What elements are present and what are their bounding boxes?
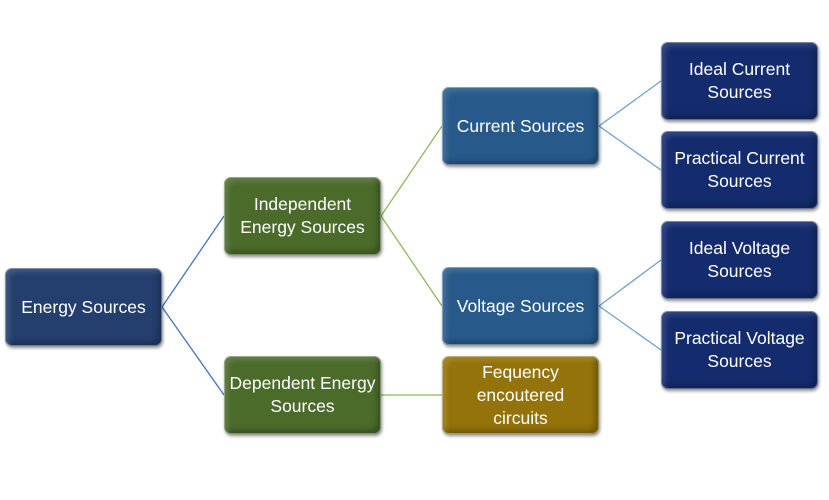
node-current-sources: Current Sources xyxy=(442,87,599,165)
connector-voltage-ideal_voltage xyxy=(598,259,662,307)
connector-independent-current xyxy=(380,125,443,217)
node-frequency-circuits: Fequency encoutered circuits xyxy=(442,356,599,434)
node-practical-current-sources: Practical Current Sources xyxy=(661,131,818,209)
node-ideal-current-sources: Ideal Current Sources xyxy=(661,42,818,120)
node-independent-energy-sources: Independent Energy Sources xyxy=(224,177,381,255)
node-ideal-voltage-sources: Ideal Voltage Sources xyxy=(661,221,818,299)
node-practical-voltage-sources: Practical Voltage Sources xyxy=(661,311,818,389)
connector-current-ideal_current xyxy=(598,80,662,127)
diagram-canvas: Energy Sources Independent Energy Source… xyxy=(0,0,829,500)
connector-independent-voltage xyxy=(380,215,443,307)
connector-current-practical_current xyxy=(598,125,662,171)
node-voltage-sources: Voltage Sources xyxy=(442,267,599,345)
node-dependent-energy-sources: Dependent Energy Sources xyxy=(224,356,381,434)
connector-energy-independent xyxy=(161,215,225,308)
connector-voltage-practical_voltage xyxy=(598,305,662,351)
connector-energy-dependent xyxy=(161,306,225,396)
node-energy-sources: Energy Sources xyxy=(5,268,162,346)
